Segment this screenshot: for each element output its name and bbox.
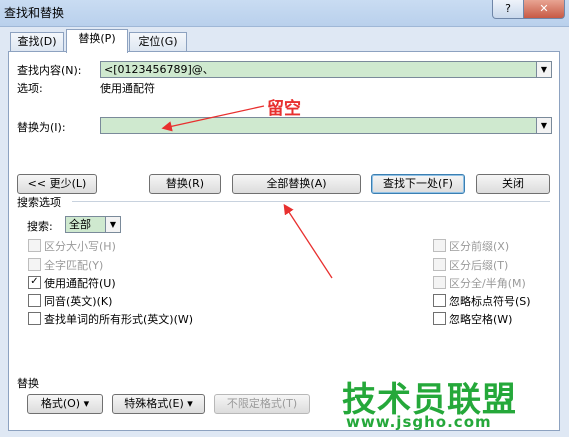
- match-prefix-label: 区分前缀(X): [449, 240, 510, 253]
- close-button[interactable]: 关闭: [476, 174, 550, 194]
- word-forms-checkbox[interactable]: [28, 312, 41, 325]
- section-divider: [72, 201, 550, 202]
- less-button[interactable]: << 更少(L): [17, 174, 97, 194]
- sounds-like-checkbox[interactable]: [28, 294, 41, 307]
- match-prefix-checkbox[interactable]: [433, 239, 446, 252]
- whole-word-checkbox[interactable]: [28, 258, 41, 271]
- replace-button[interactable]: 替换(R): [149, 174, 221, 194]
- wildcards-label: 使用通配符(U): [44, 277, 116, 290]
- replace-section-label: 替换: [17, 377, 39, 390]
- search-options-heading: 搜索选项: [17, 196, 61, 209]
- match-suffix-label: 区分后缀(T): [449, 259, 509, 272]
- arrow-to-replace-all: [283, 203, 333, 279]
- wildcards-checkbox[interactable]: ✓: [28, 276, 41, 289]
- match-case-label: 区分大小写(H): [44, 240, 116, 253]
- search-direction-select[interactable]: 全部 ▼: [65, 216, 121, 233]
- watermark-url: www.jsgho.com: [346, 413, 492, 431]
- arrow-to-replace-field: [161, 105, 265, 132]
- search-direction-value: 全部: [69, 218, 91, 231]
- special-button[interactable]: 特殊格式(E) ▾: [112, 394, 205, 414]
- ignore-whitespace-checkbox[interactable]: [433, 312, 446, 325]
- find-next-button[interactable]: 查找下一处(F): [371, 174, 465, 194]
- sounds-like-label: 同音(英文)(K): [44, 295, 113, 308]
- format-button[interactable]: 格式(O) ▾: [27, 394, 103, 414]
- replace-all-button[interactable]: 全部替换(A): [232, 174, 361, 194]
- match-case-checkbox[interactable]: [28, 239, 41, 252]
- ignore-punctuation-label: 忽略标点符号(S): [449, 295, 531, 308]
- ignore-whitespace-label: 忽略空格(W): [449, 313, 513, 326]
- tab-replace[interactable]: 替换(P): [66, 29, 128, 53]
- ignore-punctuation-checkbox[interactable]: [433, 294, 446, 307]
- match-width-label: 区分全/半角(M): [449, 277, 526, 290]
- chevron-down-icon[interactable]: ▼: [105, 217, 120, 232]
- no-formatting-button[interactable]: 不限定格式(T): [214, 394, 310, 414]
- search-direction-label: 搜索:: [27, 220, 53, 233]
- match-suffix-checkbox[interactable]: [433, 258, 446, 271]
- match-width-checkbox[interactable]: [433, 276, 446, 289]
- whole-word-label: 全字匹配(Y): [44, 259, 104, 272]
- word-forms-label: 查找单词的所有形式(英文)(W): [44, 313, 194, 326]
